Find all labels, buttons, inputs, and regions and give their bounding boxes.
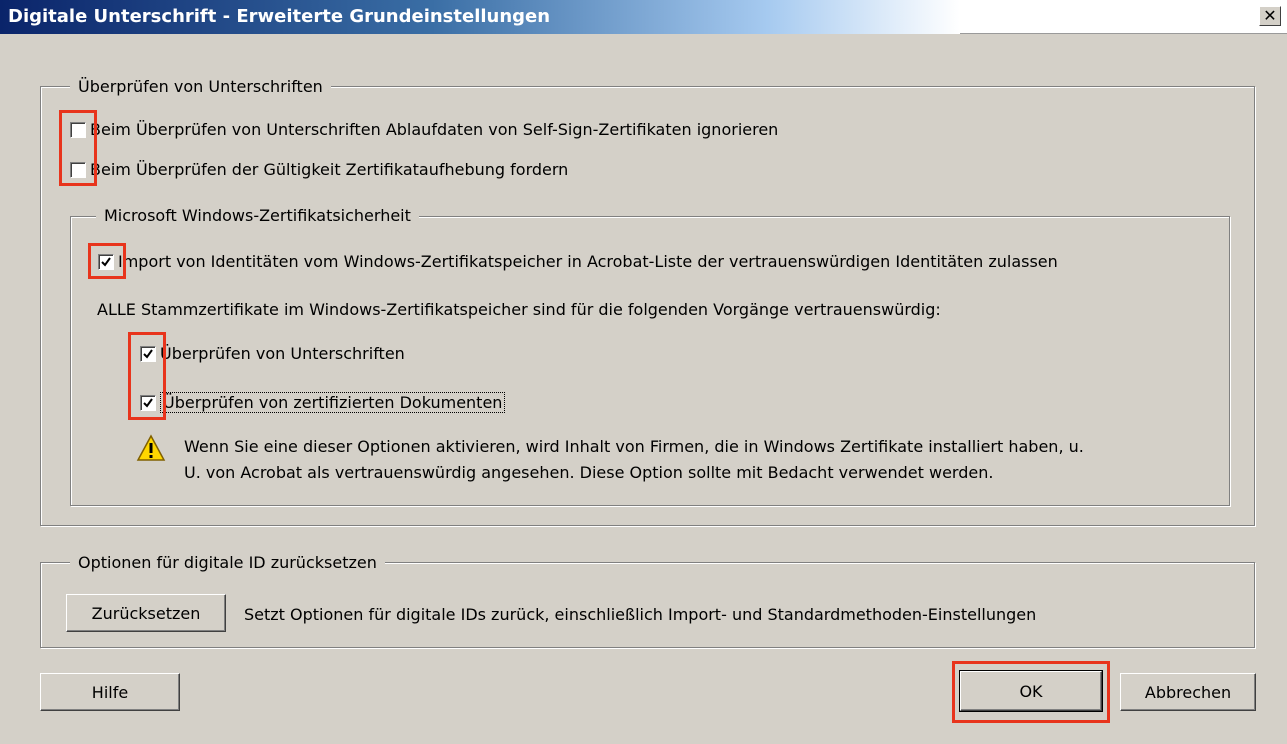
option-trust-certified-docs[interactable]: Überprüfen von zertifizierten Dokumenten	[140, 392, 506, 413]
windows-security-legend: Microsoft Windows-Zertifikatsicherheit	[96, 206, 419, 225]
option-ignore-expiry[interactable]: Beim Überprüfen von Unterschriften Ablau…	[70, 120, 778, 139]
reset-button-label: Zurücksetzen	[91, 603, 201, 623]
reset-button[interactable]: Zurücksetzen	[66, 594, 226, 632]
option-require-revocation-label: Beim Überprüfen der Gültigkeit Zertifika…	[90, 160, 569, 179]
trust-caption-text: ALLE Stammzertifikate im Windows-Zertifi…	[97, 300, 941, 319]
checkbox-import-identities[interactable]	[98, 253, 114, 270]
close-icon: ✕	[1263, 6, 1277, 25]
cancel-button-label: Abbrechen	[1144, 682, 1232, 702]
title-bar: Digitale Unterschrift - Erweiterte Grund…	[0, 0, 1287, 34]
checkbox-trust-signatures[interactable]	[140, 345, 156, 362]
close-button[interactable]: ✕	[1259, 6, 1281, 26]
checkmark-icon	[143, 348, 153, 359]
reset-legend: Optionen für digitale ID zurücksetzen	[70, 553, 385, 572]
checkbox-trust-certified-docs[interactable]	[140, 394, 156, 411]
option-trust-signatures[interactable]: Überprüfen von Unterschriften	[140, 344, 405, 363]
help-button-label: Hilfe	[91, 682, 129, 702]
option-require-revocation[interactable]: Beim Überprüfen der Gültigkeit Zertifika…	[70, 160, 568, 179]
checkmark-icon	[101, 256, 111, 267]
warning-text-line2: U. von Acrobat als vertrauenswürdig ange…	[184, 463, 994, 482]
checkbox-ignore-expiry[interactable]	[70, 121, 86, 138]
checkbox-require-revocation[interactable]	[70, 161, 86, 178]
option-import-identities[interactable]: Import von Identitäten vom Windows-Zerti…	[98, 252, 1058, 271]
checkmark-icon	[143, 397, 153, 408]
option-import-identities-label: Import von Identitäten vom Windows-Zerti…	[118, 252, 1058, 271]
window-title: Digitale Unterschrift - Erweiterte Grund…	[8, 6, 551, 27]
cancel-button[interactable]: Abbrechen	[1120, 673, 1256, 711]
option-trust-signatures-label: Überprüfen von Unterschriften	[160, 344, 405, 363]
option-trust-certified-docs-label: Überprüfen von zertifizierten Dokumenten	[160, 392, 506, 413]
verify-signatures-legend: Überprüfen von Unterschriften	[70, 77, 331, 96]
dialog-window: Digitale Unterschrift - Erweiterte Grund…	[0, 0, 1287, 744]
help-button[interactable]: Hilfe	[40, 673, 180, 711]
reset-description: Setzt Optionen für digitale IDs zurück, …	[244, 605, 1037, 624]
ok-button[interactable]: OK	[959, 670, 1103, 712]
option-ignore-expiry-label: Beim Überprüfen von Unterschriften Ablau…	[90, 120, 779, 139]
ok-button-label: OK	[1019, 681, 1043, 701]
trust-caption: ALLE Stammzertifikate im Windows-Zertifi…	[97, 300, 941, 319]
warning-icon	[136, 434, 166, 461]
